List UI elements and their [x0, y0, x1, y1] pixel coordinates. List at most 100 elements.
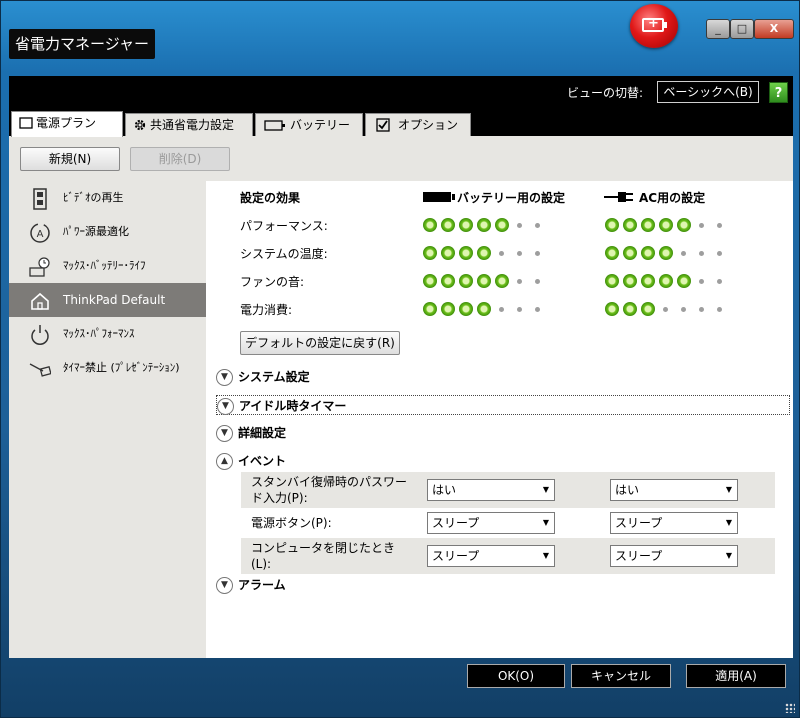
level-dot-on	[477, 218, 491, 232]
level-dot-off	[699, 279, 704, 284]
level-dot-on	[441, 218, 455, 232]
level-dot-off	[717, 251, 722, 256]
dropdown-arrow-icon: ▼	[725, 485, 732, 494]
effects-header: 設定の効果	[240, 191, 301, 205]
close-button[interactable]: X	[754, 19, 794, 39]
window-frame: 省電力マネージャー + _ □ X ビューの切替: ベーシックへ(B) ? 電源…	[0, 0, 800, 718]
ac-plug-icon	[604, 192, 633, 202]
event-label: 電源ボタン(P):	[251, 516, 332, 530]
level-dot-on	[659, 218, 673, 232]
plan-max-battery[interactable]: ﾏｯｸｽ･ﾊﾞｯﾃﾘｰ･ﾗｲﾌ	[9, 249, 206, 283]
section-system-settings[interactable]: ▼ システム設定	[216, 367, 310, 387]
lid-close-battery-select[interactable]: スリープ ▼	[427, 545, 555, 567]
dropdown-arrow-icon: ▼	[542, 518, 549, 527]
level-dot-on	[605, 218, 619, 232]
tab-label: バッテリー	[290, 118, 351, 132]
battery-timer-icon	[29, 257, 50, 277]
main-content: 新規(N) 削除(D) ﾋﾞﾃﾞｵの再生 A ﾊﾟﾜｰ源最適化 ﾏｯｸｽ･ﾊﾞｯ…	[9, 136, 793, 658]
plan-label: ﾏｯｸｽ･ﾊﾞｯﾃﾘｰ･ﾗｲﾌ	[63, 259, 146, 272]
level-dot-off	[535, 307, 540, 312]
level-dot-off	[517, 223, 522, 228]
dropdown-arrow-icon: ▼	[542, 551, 549, 560]
level-dot-on	[659, 274, 673, 288]
level-dot-on	[459, 302, 473, 316]
document-icon	[19, 117, 33, 129]
resize-grip[interactable]	[785, 703, 795, 713]
level-dot-on	[441, 274, 455, 288]
chevron-down-icon: ▼	[216, 425, 233, 442]
maximize-button[interactable]: □	[730, 19, 754, 39]
ok-button[interactable]: OK(O)	[467, 664, 565, 688]
level-dot-on	[641, 302, 655, 316]
level-dot-on	[659, 246, 673, 260]
basic-view-button[interactable]: ベーシックへ(B)	[657, 81, 759, 103]
standby-password-ac-select[interactable]: はい ▼	[610, 479, 738, 501]
ac-settings-header: AC用の設定	[639, 191, 706, 205]
tab-label: 共通省電力設定	[150, 118, 235, 132]
level-dot-on	[423, 246, 437, 260]
chevron-down-icon: ▼	[217, 398, 234, 415]
level-dot-off	[535, 279, 540, 284]
film-icon	[33, 188, 47, 210]
dropdown-arrow-icon: ▼	[725, 518, 732, 527]
event-row-power-button: 電源ボタン(P): スリープ ▼ スリープ ▼	[241, 508, 775, 538]
event-label: コンピュータを閉じたとき (L):	[251, 541, 396, 571]
level-dot-off	[681, 251, 686, 256]
level-dot-off	[699, 307, 704, 312]
plan-label: ThinkPad Default	[63, 293, 166, 307]
chevron-down-icon: ▼	[216, 577, 233, 594]
section-advanced[interactable]: ▼ 詳細設定	[216, 423, 286, 443]
tab-power-plan[interactable]: 電源プラン	[11, 111, 123, 137]
plan-video[interactable]: ﾋﾞﾃﾞｵの再生	[9, 181, 206, 215]
cancel-button[interactable]: キャンセル	[571, 664, 671, 688]
level-dot-on	[477, 274, 491, 288]
power-button-battery-select[interactable]: スリープ ▼	[427, 512, 555, 534]
section-label: システム設定	[238, 370, 310, 384]
power-icon	[31, 325, 49, 345]
standby-password-battery-select[interactable]: はい ▼	[427, 479, 555, 501]
power-button-ac-select[interactable]: スリープ ▼	[610, 512, 738, 534]
plan-label: ﾋﾞﾃﾞｵの再生	[63, 191, 124, 204]
reset-default-button[interactable]: デフォルトの設定に戻す(R)	[240, 331, 400, 355]
home-icon	[31, 292, 49, 310]
new-plan-button[interactable]: 新規(N)	[20, 147, 120, 171]
battery-icon	[423, 192, 455, 202]
plan-presentation[interactable]: ﾀｲﾏｰ禁止 (ﾌﾟﾚｾﾞﾝﾃｰｼｮﾝ)	[9, 351, 206, 385]
tab-label: 電源プラン	[36, 116, 97, 130]
event-row-lid-close: コンピュータを閉じたとき (L): スリープ ▼ スリープ ▼	[241, 538, 775, 574]
plan-thinkpad-default[interactable]: ThinkPad Default	[9, 283, 206, 317]
level-dot-on	[677, 218, 691, 232]
plan-label: ﾊﾟﾜｰ源最適化	[63, 225, 129, 238]
plan-settings-panel: 設定の効果 バッテリー用の設定 AC用の設定 パフォーマンス: システムの温度: フ…	[206, 181, 793, 658]
level-dot-on	[495, 274, 509, 288]
minimize-button[interactable]: _	[706, 19, 730, 39]
chevron-up-icon: ▲	[216, 453, 233, 470]
svg-text:A: A	[37, 229, 44, 240]
level-dot-on	[605, 302, 619, 316]
power-manager-logo-icon: +	[630, 4, 678, 48]
plan-label: ﾏｯｸｽ･ﾊﾟﾌｫｰﾏﾝｽ	[63, 327, 135, 340]
dropdown-arrow-icon: ▼	[725, 551, 732, 560]
lid-close-ac-select[interactable]: スリープ ▼	[610, 545, 738, 567]
help-icon[interactable]: ?	[769, 82, 788, 103]
apply-button[interactable]: 適用(A)	[686, 664, 786, 688]
level-dot-on	[641, 246, 655, 260]
effect-label: パフォーマンス:	[240, 219, 328, 233]
plan-max-performance[interactable]: ﾏｯｸｽ･ﾊﾟﾌｫｰﾏﾝｽ	[9, 317, 206, 351]
level-dot-on	[677, 274, 691, 288]
level-dot-on	[605, 246, 619, 260]
section-idle-timer[interactable]: ▼ アイドル時タイマー	[216, 395, 790, 415]
level-dot-off	[517, 251, 522, 256]
projector-icon	[29, 363, 51, 377]
delete-plan-button[interactable]: 削除(D)	[130, 147, 230, 171]
level-dot-on	[477, 302, 491, 316]
level-dot-off	[535, 223, 540, 228]
level-dot-on	[623, 302, 637, 316]
section-event[interactable]: ▲ イベント	[216, 451, 286, 471]
tab-common-settings[interactable]: 共通省電力設定	[125, 113, 253, 136]
tab-battery[interactable]: バッテリー	[255, 113, 363, 136]
tab-options[interactable]: オプション	[365, 113, 471, 136]
plan-power-source[interactable]: A ﾊﾟﾜｰ源最適化	[9, 215, 206, 249]
level-dot-on	[605, 274, 619, 288]
section-alarm[interactable]: ▼ アラーム	[216, 575, 286, 595]
